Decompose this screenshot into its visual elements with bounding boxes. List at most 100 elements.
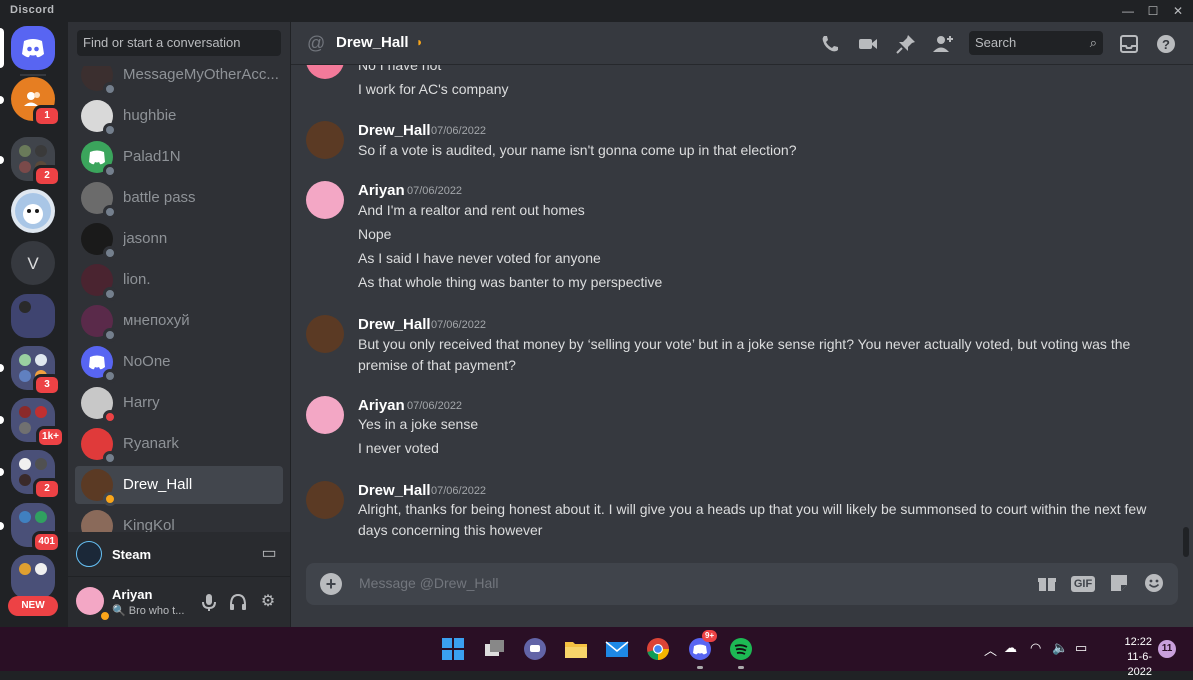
steam-icon: [76, 541, 102, 567]
message-timestamp: 07/06/2022: [431, 125, 487, 137]
notification-center-badge[interactable]: 11: [1158, 640, 1176, 658]
dm-item[interactable]: Palad1N: [75, 138, 283, 178]
activity-label: Steam: [112, 547, 152, 562]
os-taskbar: 9+ ︿ ☁ ◠ 🔈 ▭ 12:22 11-6-2022 11: [0, 627, 1193, 678]
message-scrollbar[interactable]: [1183, 527, 1189, 557]
server-folder-5[interactable]: 401: [11, 503, 61, 553]
system-clock[interactable]: 12:22 11-6-2022: [1104, 635, 1152, 680]
server-folder-2[interactable]: 3: [11, 346, 61, 396]
new-unreads-badge[interactable]: NEW: [8, 596, 58, 616]
avatar: [81, 510, 113, 532]
phone-call-icon[interactable]: [818, 32, 842, 56]
svg-text:?: ?: [1162, 37, 1170, 52]
home-button[interactable]: [11, 26, 55, 70]
dm-item[interactable]: battle pass: [75, 179, 283, 219]
message-author[interactable]: Drew_Hall: [358, 122, 431, 139]
mail-icon[interactable]: [604, 636, 630, 662]
conversation-search[interactable]: Find or start a conversation: [77, 30, 281, 56]
message-text: And I'm a realtor and rent out homes: [358, 202, 585, 218]
running-indicator: [697, 666, 703, 669]
mention-badge: 2: [33, 165, 61, 187]
battery-icon[interactable]: ▭: [1075, 640, 1087, 656]
file-explorer-icon[interactable]: [563, 636, 589, 662]
dm-item-label: lion.: [123, 271, 151, 288]
search-input[interactable]: Search ⌕: [969, 31, 1103, 55]
dm-item[interactable]: lion.: [75, 261, 283, 301]
server-folder-4[interactable]: 2: [11, 450, 61, 500]
dm-item-label: Harry: [123, 394, 160, 411]
avatar[interactable]: [306, 481, 344, 519]
teams-chat-icon[interactable]: [522, 636, 548, 662]
spotify-icon[interactable]: [728, 636, 754, 662]
screen-share-icon[interactable]: ▭: [258, 543, 280, 565]
mention-badge: 1k+: [36, 426, 65, 448]
custom-status: 🔍 Bro who t...: [112, 605, 185, 617]
pin-icon[interactable]: [894, 32, 918, 56]
upload-plus-icon[interactable]: +: [320, 573, 342, 595]
server-folder-3[interactable]: 1k+: [11, 398, 65, 448]
unread-indicator: [0, 156, 4, 164]
dm-item[interactable]: jasonn: [75, 220, 283, 260]
server-list: 1 2 V 3 1k+ 2 401 NEW: [0, 22, 66, 627]
avatar[interactable]: [306, 65, 344, 79]
message-author[interactable]: Drew_Hall: [358, 482, 431, 499]
tray-overflow-chevron-icon[interactable]: ︿: [984, 640, 997, 659]
message-text: I never voted: [358, 440, 439, 456]
task-view-icon[interactable]: [481, 636, 507, 662]
sticker-icon[interactable]: [1106, 572, 1132, 596]
server-folder-1[interactable]: 2: [11, 137, 61, 187]
server-icon-friends[interactable]: 1: [11, 77, 61, 127]
dm-item-label: Palad1N: [123, 148, 181, 165]
headphones-icon[interactable]: [227, 591, 249, 613]
wifi-icon[interactable]: ◠: [1030, 640, 1041, 656]
gif-label: GIF: [1070, 576, 1096, 592]
gift-icon[interactable]: [1034, 572, 1060, 596]
video-call-icon[interactable]: [856, 32, 880, 56]
dm-item-label: hughbie: [123, 107, 177, 124]
chrome-icon[interactable]: [645, 636, 671, 662]
server-icon-shark[interactable]: [11, 189, 55, 233]
dm-item[interactable]: NoOne: [75, 343, 283, 383]
close-button[interactable]: ✕: [1163, 0, 1193, 22]
inbox-icon[interactable]: [1117, 32, 1141, 56]
message-author[interactable]: Ariyan: [358, 397, 405, 414]
message-input[interactable]: Message @Drew_Hall: [359, 575, 498, 591]
dm-item[interactable]: MessageMyOtherAcc...: [75, 66, 283, 96]
avatar[interactable]: [306, 315, 344, 353]
discord-taskbar-icon[interactable]: 9+: [687, 630, 718, 662]
start-button[interactable]: [440, 636, 466, 662]
clock-time: 12:22: [1124, 636, 1152, 648]
dm-item-label: jasonn: [123, 230, 168, 247]
chat-area: @ Drew_Hall ◗ Search ⌕ ? No I have not I…: [291, 22, 1193, 627]
dm-list: MessageMyOtherAcc... hughbie Palad1N bat…: [68, 66, 290, 532]
volume-icon[interactable]: 🔈: [1052, 640, 1068, 656]
server-icon-dark[interactable]: [11, 294, 55, 338]
dm-item[interactable]: Harry: [75, 384, 283, 424]
avatar[interactable]: [306, 181, 344, 219]
gif-button[interactable]: GIF: [1070, 572, 1096, 596]
dm-item[interactable]: мнепохуй: [75, 302, 283, 342]
channel-title: Drew_Hall: [336, 34, 409, 51]
folder-servers-icon: [19, 563, 47, 575]
dm-item[interactable]: hughbie: [75, 97, 283, 137]
avatar[interactable]: [306, 396, 344, 434]
server-icon-v[interactable]: V: [11, 241, 55, 285]
microphone-icon[interactable]: [198, 591, 220, 613]
message-composer: + Message @Drew_Hall GIF: [306, 563, 1178, 605]
dm-item[interactable]: KingKol: [75, 507, 283, 532]
dm-item-drew-hall[interactable]: Drew_Hall: [75, 466, 283, 506]
gear-icon[interactable]: ⚙: [257, 591, 279, 613]
message-author[interactable]: Ariyan: [358, 182, 405, 199]
onedrive-error-icon[interactable]: ☁: [1004, 640, 1017, 656]
dm-item[interactable]: Ryanark: [75, 425, 283, 465]
status-offline-icon: [103, 369, 117, 383]
help-icon[interactable]: ?: [1154, 32, 1178, 56]
mention-badge: 3: [33, 374, 61, 396]
message-author[interactable]: Drew_Hall: [358, 316, 431, 333]
add-friend-icon[interactable]: [931, 32, 955, 56]
status-offline-icon: [103, 82, 117, 96]
message-timestamp: 07/06/2022: [407, 400, 463, 412]
avatar[interactable]: [306, 121, 344, 159]
emoji-icon[interactable]: [1141, 572, 1167, 596]
server-folder-6[interactable]: [11, 555, 55, 599]
